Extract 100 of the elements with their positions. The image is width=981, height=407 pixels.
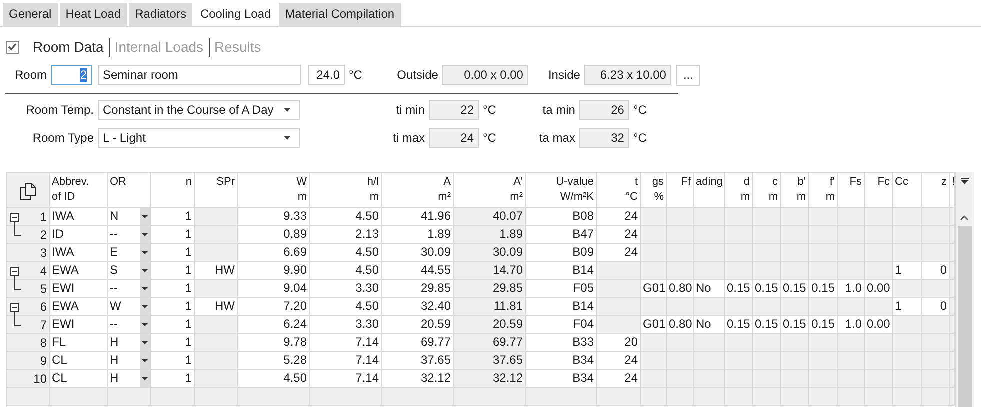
table-cell[interactable]: 4.50 [310, 262, 382, 280]
table-cell[interactable]: 7.14 [310, 370, 382, 388]
checkbox[interactable] [6, 40, 19, 54]
table-cell[interactable]: CL [50, 370, 108, 388]
table-cell[interactable]: 1 [151, 316, 195, 334]
table-cell[interactable]: 0.15 [753, 280, 781, 298]
table-cell[interactable]: 0.00 [865, 280, 893, 298]
table-cell[interactable]: B33 [526, 334, 597, 352]
dropdown-cell[interactable]: H [108, 370, 151, 388]
table-cell[interactable]: 0.80 [667, 280, 694, 298]
row-header[interactable]: 9 [7, 352, 50, 370]
table-cell[interactable]: 3.30 [310, 316, 382, 334]
tab[interactable]: Material Compilation [279, 3, 401, 26]
table-cell[interactable]: EWI [50, 280, 108, 298]
row-header[interactable]: 4 [7, 262, 50, 280]
dropdown-cell[interactable]: -- [108, 226, 151, 244]
table-cell[interactable]: 4.50 [310, 298, 382, 316]
table-cell[interactable]: FL [50, 334, 108, 352]
table-cell[interactable]: G01 [641, 280, 667, 298]
row-header[interactable]: 1 [7, 208, 50, 226]
dropdown-cell[interactable]: E [108, 244, 151, 262]
dropdown-cell[interactable]: H [108, 352, 151, 370]
table-cell[interactable]: 1 [893, 298, 922, 316]
table-cell[interactable]: 7.14 [310, 352, 382, 370]
more-button[interactable]: ... [676, 64, 700, 86]
copy-icon[interactable] [20, 182, 36, 200]
table-cell[interactable]: 4.50 [310, 208, 382, 226]
table-cell[interactable]: 0.15 [725, 316, 753, 334]
table-cell[interactable]: 24 [597, 244, 641, 262]
table-cell[interactable]: 24 [597, 352, 641, 370]
table-cell[interactable]: 1 [151, 352, 195, 370]
scrollbar[interactable] [955, 172, 974, 407]
table-cell[interactable]: 1 [151, 244, 195, 262]
table-cell[interactable]: 3.30 [310, 280, 382, 298]
table-cell[interactable]: 0.89 [238, 226, 310, 244]
table-cell[interactable]: B14 [526, 298, 597, 316]
table-cell[interactable]: 32.40 [382, 298, 454, 316]
table-cell[interactable]: 20.59 [382, 316, 454, 334]
table-cell[interactable]: 6.69 [238, 244, 310, 262]
table-cell[interactable]: 44.55 [382, 262, 454, 280]
table-cell[interactable]: 0.00 [865, 316, 893, 334]
dropdown-cell[interactable]: N [108, 208, 151, 226]
scrollbar-thumb[interactable] [958, 226, 972, 407]
table-cell[interactable]: 1 [151, 208, 195, 226]
row-header[interactable]: 2 [7, 226, 50, 244]
room-temperature-field[interactable]: 24.0 [308, 65, 345, 85]
dropdown-cell[interactable]: -- [108, 316, 151, 334]
table-cell[interactable]: 9.90 [238, 262, 310, 280]
tab[interactable]: Radiators [129, 3, 192, 26]
collapse-icon[interactable] [10, 213, 19, 222]
table-cell[interactable]: 0.15 [781, 316, 809, 334]
table-cell[interactable]: EWA [50, 298, 108, 316]
table-cell[interactable]: 0.15 [809, 316, 838, 334]
table-cell[interactable]: G01 [641, 316, 667, 334]
table-cell[interactable]: 0 [922, 298, 950, 316]
table-cell[interactable]: 1 [151, 370, 195, 388]
table-cell[interactable]: 1.0 [838, 316, 865, 334]
table-cell[interactable]: B08 [526, 208, 597, 226]
table-cell[interactable]: 24 [597, 226, 641, 244]
table-cell[interactable]: 9.04 [238, 280, 310, 298]
table-cell[interactable]: 6.24 [238, 316, 310, 334]
table-cell[interactable]: 1 [151, 262, 195, 280]
table-cell[interactable]: 69.77 [382, 334, 454, 352]
table-cell[interactable]: 0.15 [809, 280, 838, 298]
table-cell[interactable]: 0.80 [667, 316, 694, 334]
table-cell[interactable]: 1.89 [382, 226, 454, 244]
room-name-field[interactable]: Seminar room [98, 65, 301, 85]
table-cell[interactable]: 1 [151, 298, 195, 316]
table-cell[interactable]: 1.0 [838, 280, 865, 298]
table-cell[interactable]: 0.15 [753, 316, 781, 334]
column-chooser-icon[interactable] [961, 178, 969, 185]
table-cell[interactable]: 7.20 [238, 298, 310, 316]
row-header[interactable]: 3 [7, 244, 50, 262]
dropdown-cell[interactable]: S [108, 262, 151, 280]
table-cell[interactable]: B34 [526, 370, 597, 388]
table-cell[interactable]: 24 [597, 370, 641, 388]
table-cell[interactable]: HW [195, 262, 238, 280]
table-cell[interactable]: IWA [50, 208, 108, 226]
table-cell[interactable]: 4.50 [238, 370, 310, 388]
table-cell[interactable]: 5.28 [238, 352, 310, 370]
table-cell[interactable]: 2.13 [310, 226, 382, 244]
table-cell[interactable]: B34 [526, 352, 597, 370]
tab[interactable]: Heat Load [60, 3, 128, 26]
table-cell[interactable]: 32.12 [382, 370, 454, 388]
row-header[interactable]: 10 [7, 370, 50, 388]
row-header[interactable]: 5 [7, 280, 50, 298]
table-cell[interactable]: HW [195, 298, 238, 316]
table-cell[interactable]: 1 [151, 280, 195, 298]
table-cell[interactable]: 9.78 [238, 334, 310, 352]
table-cell[interactable]: 24 [597, 208, 641, 226]
table-cell[interactable]: 1 [151, 334, 195, 352]
collapse-icon[interactable] [10, 267, 19, 276]
table-cell[interactable]: 0 [922, 262, 950, 280]
collapse-icon[interactable] [10, 303, 19, 312]
dropdown[interactable]: Constant in the Course of A Day [98, 100, 300, 120]
table-cell[interactable]: EWI [50, 316, 108, 334]
table-cell[interactable]: IWA [50, 244, 108, 262]
dropdown[interactable]: L - Light [98, 128, 300, 148]
table-cell[interactable]: 0.15 [781, 280, 809, 298]
table-cell[interactable]: 1 [151, 226, 195, 244]
